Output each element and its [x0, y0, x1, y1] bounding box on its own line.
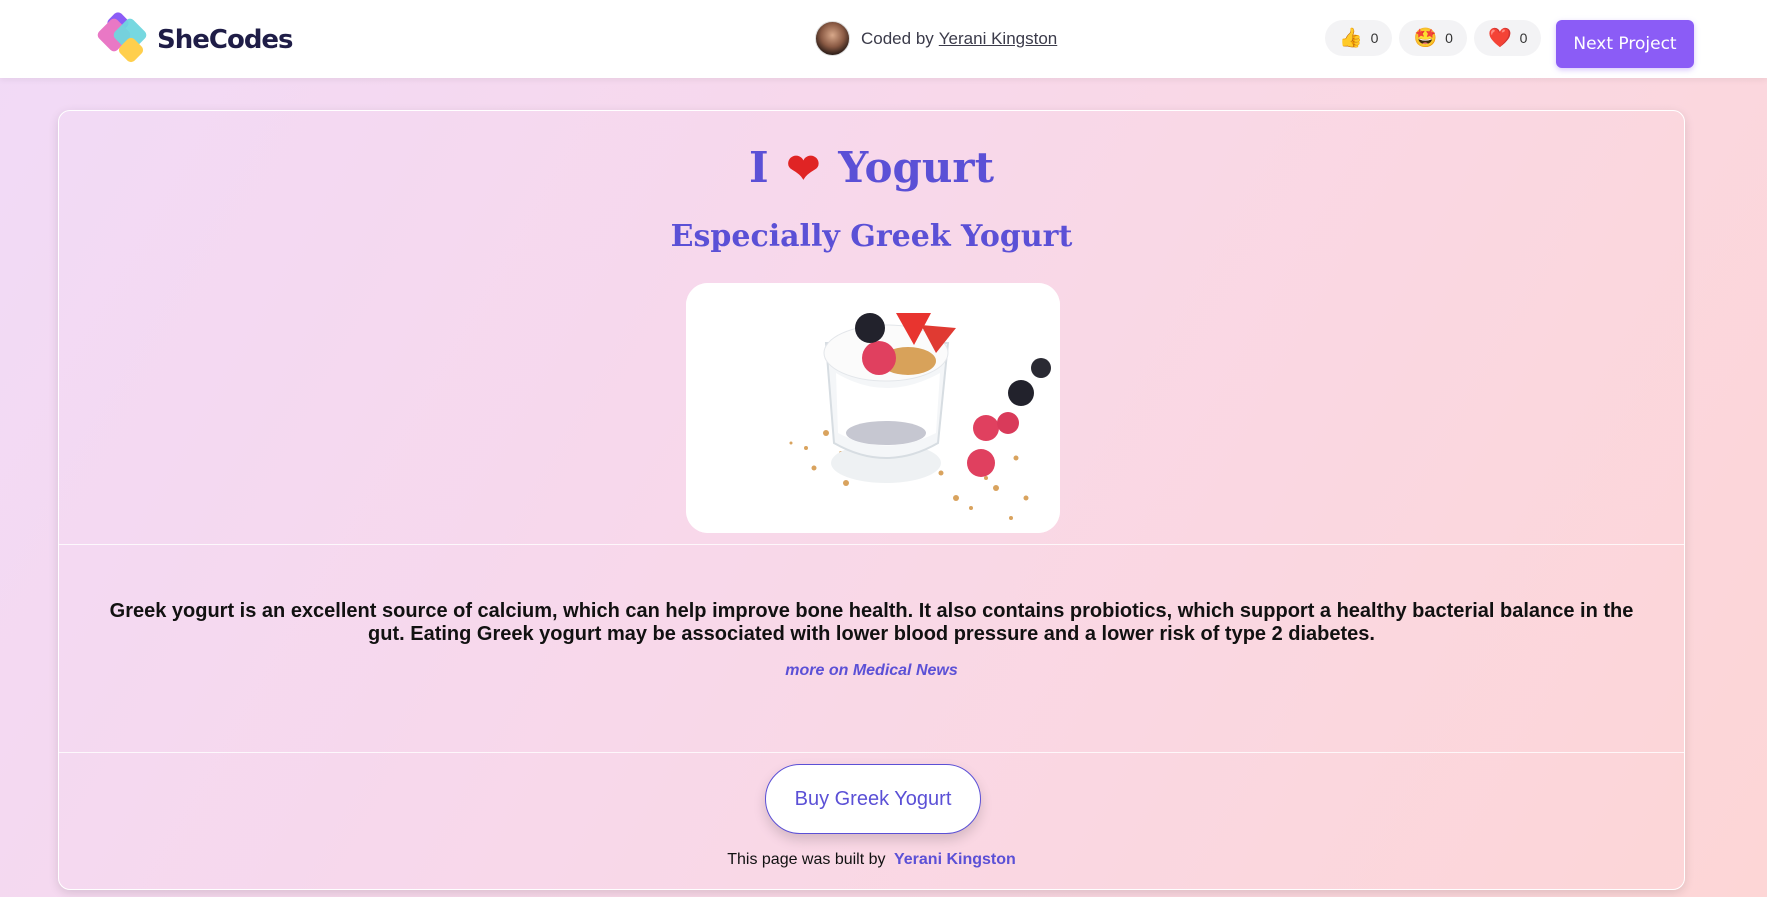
thumbs-up-icon: 👍: [1339, 27, 1363, 49]
buy-greek-yogurt-button[interactable]: Buy Greek Yogurt: [765, 764, 981, 834]
section-divider: [59, 544, 1684, 545]
description-text: Greek yogurt is an excellent source of c…: [109, 600, 1634, 645]
heart-icon: ❤️: [1487, 27, 1512, 49]
medical-news-link[interactable]: more on Medical News: [59, 662, 1684, 680]
reaction-count: 0: [1445, 30, 1453, 46]
reaction-star-struck[interactable]: 🤩 0: [1399, 20, 1467, 56]
next-project-button[interactable]: Next Project: [1556, 20, 1694, 68]
footer-author-link[interactable]: Yerani Kingston: [894, 851, 1016, 868]
footer-credit: This page was built by Yerani Kingston: [59, 851, 1684, 869]
page-subtitle: Especially Greek Yogurt: [670, 219, 1073, 254]
greek-yogurt-image: [686, 283, 1060, 533]
author-link[interactable]: Yerani Kingston: [939, 29, 1057, 49]
brand-name: SheCodes: [157, 25, 294, 55]
reactions: 👍 0 🤩 0 ❤️ 0: [1325, 20, 1542, 56]
star-struck-icon: 🤩: [1413, 27, 1438, 49]
brand-logo-link[interactable]: SheCodes: [95, 10, 294, 68]
title-text-left: I: [749, 143, 769, 192]
shecodes-logo-icon: [95, 10, 157, 68]
page-title: I ❤ Yogurt: [59, 143, 1684, 192]
coded-by-label: Coded by: [861, 28, 934, 48]
reaction-heart[interactable]: ❤️ 0: [1473, 20, 1542, 56]
title-text-right: Yogurt: [838, 143, 994, 192]
coded-by: Coded by Yerani Kingston: [815, 21, 1057, 56]
footer-prefix: This page was built by: [727, 851, 886, 868]
heart-icon: ❤: [786, 145, 821, 192]
top-bar: SheCodes Coded by Yerani Kingston 👍 0 🤩 …: [0, 0, 1767, 78]
reaction-count: 0: [1370, 30, 1379, 46]
section-divider: [59, 752, 1684, 753]
reaction-count: 0: [1519, 30, 1528, 46]
reaction-thumbs-up[interactable]: 👍 0: [1325, 20, 1393, 56]
author-avatar: [815, 21, 850, 56]
content-card: I ❤ Yogurt Especially Greek Yogurt Greek…: [58, 110, 1685, 890]
